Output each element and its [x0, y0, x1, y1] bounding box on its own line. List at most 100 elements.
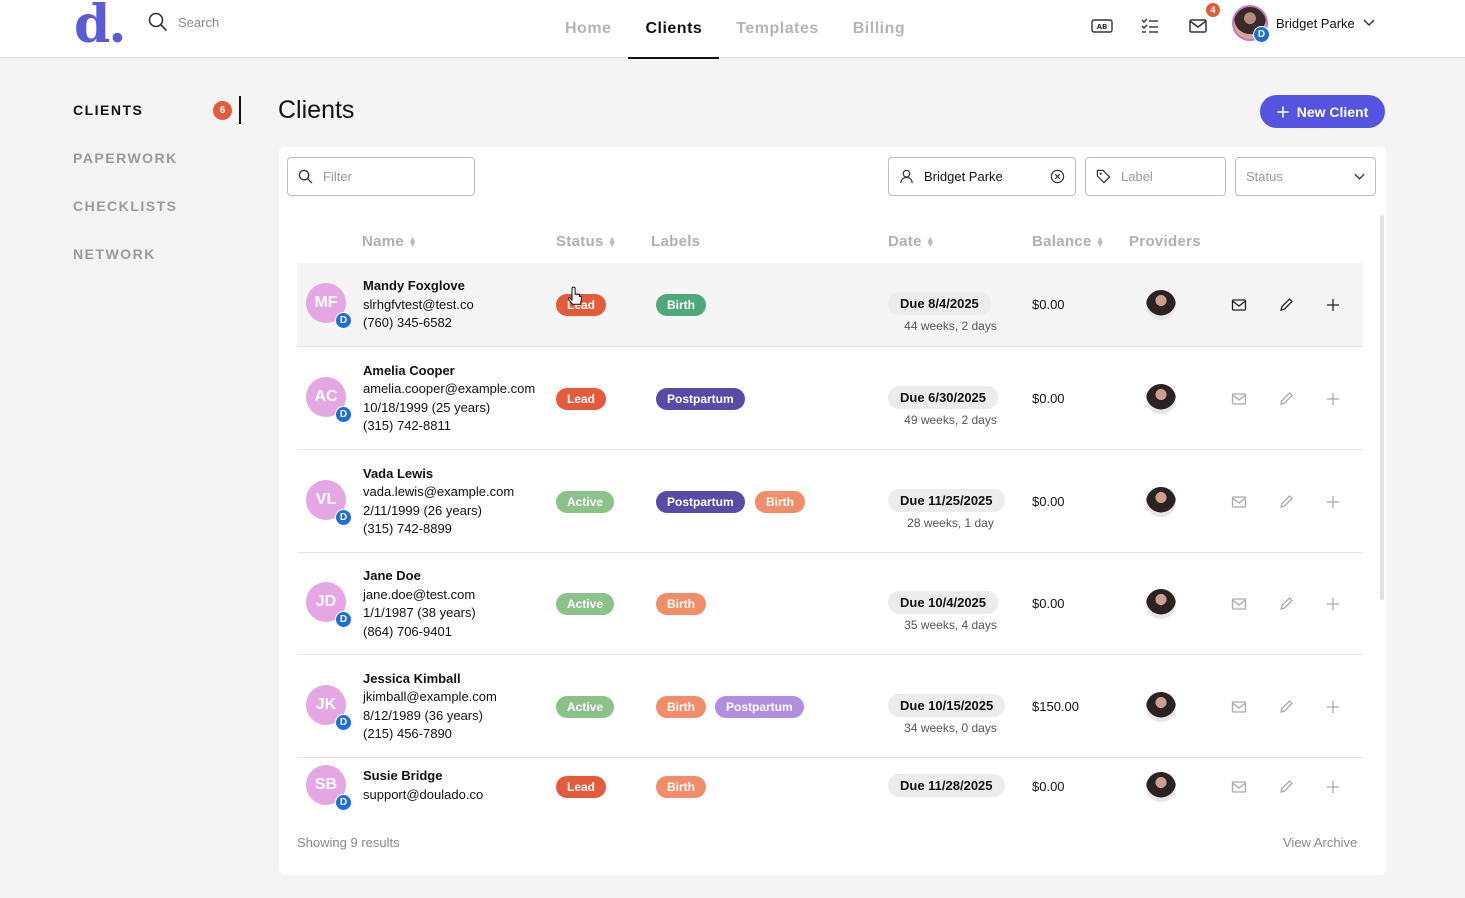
add-icon[interactable]	[1325, 596, 1341, 612]
email-icon[interactable]	[1231, 596, 1247, 612]
global-search[interactable]: Search	[148, 12, 219, 32]
column-header-date[interactable]: Date ▲ ▼	[888, 233, 935, 250]
label-badge[interactable]: Birth	[755, 490, 805, 513]
label-badge[interactable]: Postpartum	[715, 695, 804, 718]
tab-clients[interactable]: Clients	[628, 0, 720, 59]
edit-icon[interactable]	[1278, 494, 1294, 510]
email-icon[interactable]	[1231, 391, 1247, 407]
client-balance: $0.00	[1032, 297, 1065, 312]
search-icon	[298, 169, 313, 184]
client-avatar: AC D	[306, 376, 352, 423]
top-icons: AB 4	[1090, 3, 1220, 38]
tag-icon	[1096, 169, 1111, 184]
tab-billing[interactable]: Billing	[836, 0, 922, 58]
edit-icon[interactable]	[1278, 779, 1294, 795]
client-avatar: SB D	[306, 765, 352, 811]
sidebar-item-clients[interactable]: CLIENTS	[73, 100, 178, 148]
client-balance: $150.00	[1032, 698, 1079, 714]
sort-icon: ▲ ▼	[607, 233, 617, 249]
add-icon[interactable]	[1325, 494, 1341, 510]
provider-avatar[interactable]	[1146, 290, 1176, 320]
client-info: Jane Doe jane.doe@test.com 1/1/1987 (38 ye…	[363, 567, 476, 641]
label-filter[interactable]: Label	[1085, 157, 1226, 196]
provider-avatar[interactable]	[1146, 589, 1176, 619]
tab-home[interactable]: Home	[548, 0, 628, 58]
scrollbar-thumb[interactable]	[1380, 215, 1384, 600]
email-icon[interactable]	[1231, 779, 1247, 795]
sidebar-item-network[interactable]: NETWORK	[73, 244, 178, 292]
label-badge[interactable]: Postpartum	[656, 490, 745, 513]
user-menu[interactable]: D Bridget Parke	[1232, 5, 1375, 43]
client-name[interactable]: Amelia Cooper	[363, 362, 535, 381]
provider-filter[interactable]: Bridget Parke	[888, 157, 1076, 196]
table-row[interactable]: MF D Mandy Foxglove slrhgfvtest@test.co (760…	[297, 263, 1363, 347]
add-icon[interactable]	[1325, 779, 1341, 795]
status-badge[interactable]: Active	[556, 593, 615, 615]
due-date: Due 11/25/2025 28 weeks, 1 day	[888, 488, 1038, 530]
app-logo[interactable]: d.	[74, 0, 126, 51]
checklist-icon[interactable]	[1138, 14, 1162, 38]
due-date: Due 11/28/2025	[888, 774, 1038, 801]
sidebar-active-indicator	[239, 96, 241, 124]
sort-icon: ▲ ▼	[1095, 233, 1105, 249]
tab-templates[interactable]: Templates	[719, 0, 835, 58]
view-archive-link[interactable]: View Archive	[1283, 835, 1357, 850]
clear-icon[interactable]	[1050, 169, 1065, 184]
client-name[interactable]: Vada Lewis	[363, 465, 514, 484]
provider-avatar[interactable]	[1146, 772, 1176, 802]
client-detail: slrhgfvtest@test.co	[363, 296, 474, 312]
sidebar-item-checklists[interactable]: CHECKLISTS	[73, 196, 178, 244]
edit-icon[interactable]	[1278, 596, 1294, 612]
new-client-button[interactable]: New Client	[1260, 95, 1385, 128]
table-row[interactable]: JK D Jessica Kimball jkimball@example.com 8/…	[297, 655, 1363, 758]
client-name[interactable]: Jane Doe	[363, 567, 476, 586]
client-info: Jessica Kimball jkimball@example.com 8/12/…	[363, 670, 497, 744]
status-badge[interactable]: Lead	[556, 776, 607, 798]
table-row[interactable]: AC D Amelia Cooper amelia.cooper@example.co…	[297, 347, 1363, 450]
ab-test-icon[interactable]: AB	[1090, 14, 1114, 38]
user-avatar-badge: D	[1253, 26, 1270, 43]
status-badge[interactable]: Active	[556, 490, 615, 513]
add-icon[interactable]	[1325, 391, 1341, 407]
edit-icon[interactable]	[1278, 391, 1294, 407]
label-badge[interactable]: Birth	[656, 695, 706, 718]
due-weeks: 35 weeks, 4 days	[904, 618, 997, 632]
label-badge[interactable]: Postpartum	[656, 387, 745, 410]
table-row[interactable]: VL D Vada Lewis vada.lewis@example.com 2/11/…	[297, 450, 1363, 553]
client-name[interactable]: Mandy Foxglove	[363, 277, 474, 296]
client-detail: vada.lewis@example.com	[363, 484, 515, 499]
filter-input[interactable]: Filter	[287, 157, 475, 196]
email-icon[interactable]	[1231, 297, 1247, 313]
email-icon[interactable]	[1231, 699, 1247, 715]
table-row[interactable]: SB D Susie Bridge support@doulado.co Lead Bir…	[297, 758, 1363, 812]
provider-avatar[interactable]	[1146, 486, 1176, 517]
edit-icon[interactable]	[1278, 699, 1294, 715]
email-icon[interactable]	[1231, 494, 1247, 510]
status-badge[interactable]: Active	[556, 695, 615, 718]
column-header-status[interactable]: Status ▲ ▼	[556, 233, 617, 250]
client-info: Amelia Cooper amelia.cooper@example.com 10…	[363, 362, 535, 436]
column-header-name[interactable]: Name ▲ ▼	[362, 233, 417, 250]
label-badge[interactable]: Birth	[656, 294, 706, 316]
client-avatar-badge: D	[335, 611, 352, 628]
label-badge[interactable]: Birth	[656, 776, 706, 798]
results-count: Showing 9 results	[297, 835, 400, 850]
due-date: Due 10/4/2025 35 weeks, 4 days	[888, 591, 1038, 632]
search-placeholder: Search	[178, 14, 220, 30]
column-header-balance[interactable]: Balance ▲ ▼	[1032, 233, 1105, 250]
client-name[interactable]: Susie Bridge	[363, 767, 483, 786]
client-name[interactable]: Jessica Kimball	[363, 670, 497, 689]
add-icon[interactable]	[1325, 699, 1341, 715]
status-filter[interactable]: Status	[1235, 157, 1376, 196]
table-row[interactable]: JD D Jane Doe jane.doe@test.com 1/1/1987 (38…	[297, 553, 1363, 655]
provider-avatar[interactable]	[1146, 691, 1176, 722]
mail-icon[interactable]: 4	[1186, 3, 1220, 38]
label-badge[interactable]: Birth	[656, 593, 706, 615]
add-icon[interactable]	[1325, 297, 1341, 313]
provider-avatar[interactable]	[1146, 383, 1176, 414]
edit-icon[interactable]	[1278, 297, 1294, 313]
status-badge[interactable]: Lead	[556, 387, 607, 410]
client-balance: $0.00	[1032, 493, 1065, 509]
due-date-pill: Due 11/28/2025	[888, 774, 1005, 797]
sidebar-item-paperwork[interactable]: PAPERWORK	[73, 148, 178, 196]
